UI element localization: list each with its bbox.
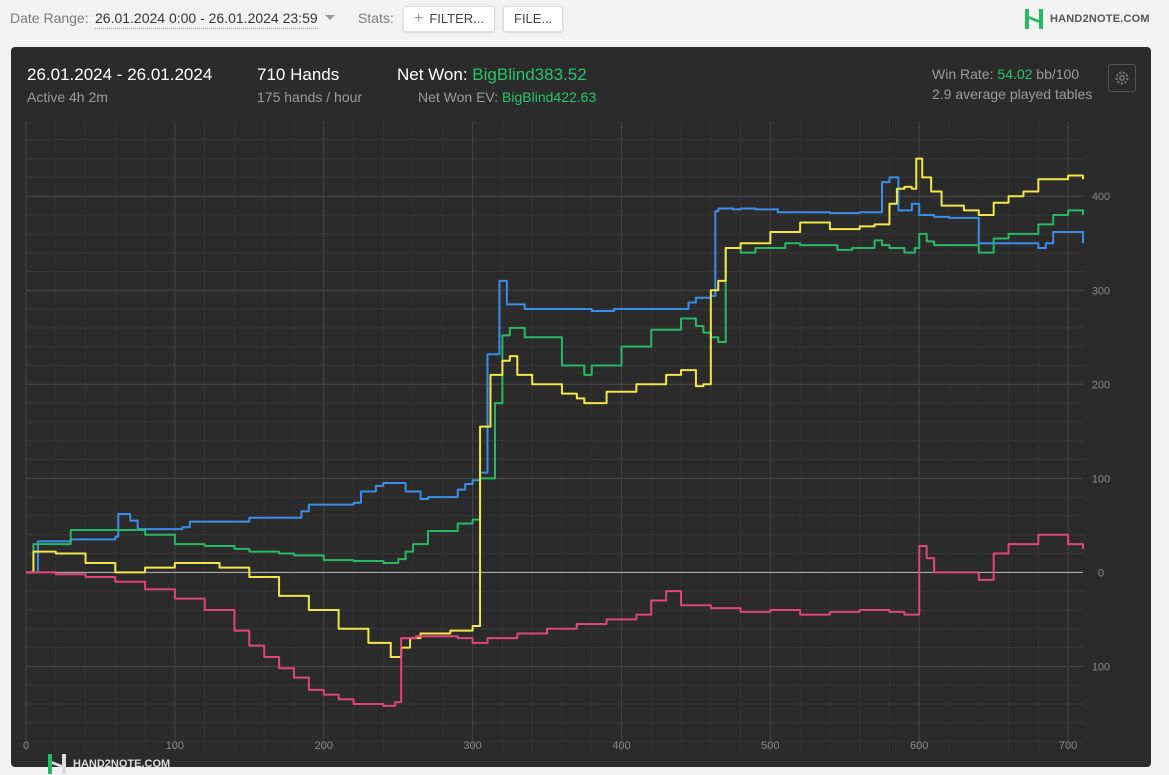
plus-icon: +: [414, 10, 424, 27]
y-tick-label: 400: [1092, 191, 1110, 203]
date-range-label: Date Range:: [10, 10, 89, 26]
filter-button[interactable]: + FILTER...: [403, 6, 495, 32]
x-tick-label: 300: [463, 740, 481, 751]
x-tick-label: 700: [1059, 740, 1077, 751]
win-rate-unit: bb/100: [1036, 66, 1080, 82]
average-tables: 2.9 average played tables: [932, 86, 1093, 102]
net-won-ev-value: BigBlind422.63: [502, 89, 597, 105]
active-time: Active 4h 2m: [27, 89, 108, 105]
x-tick-label: 400: [612, 740, 630, 751]
x-tick-label: 500: [761, 740, 779, 751]
x-tick-label: 0: [23, 740, 29, 751]
y-tick-label: 200: [1092, 379, 1110, 391]
win-rate-label: Win Rate:: [932, 66, 994, 82]
period-title: 26.01.2024 - 26.01.2024: [27, 65, 213, 84]
watermark: HAND2NOTE.COM: [47, 753, 170, 775]
net-won-ev-label: Net Won EV:: [418, 89, 499, 105]
date-range-select[interactable]: 26.01.2024 0:00 - 26.01.2024 23:59: [95, 10, 318, 29]
graph-panel: 0 100 200 300 400 500 600 700 100 0 100 200 300 400 2…: [11, 47, 1151, 774]
net-won: Net Won: BigBlind383.52: [397, 65, 587, 85]
series-line-4: [26, 533, 1084, 707]
y-tick-label: 0: [1098, 567, 1104, 579]
top-toolbar: Date Range: 26.01.2024 0:00 - 26.01.2024…: [0, 0, 1169, 40]
y-tick-label: 100: [1092, 473, 1110, 485]
chevron-down-icon[interactable]: [325, 15, 335, 20]
profit-chart: 0 100 200 300 400 500 600 700 100 0 100 200 300 400: [23, 121, 1110, 751]
hand2note-logo-icon: [1025, 9, 1043, 29]
brand-logo[interactable]: HAND2NOTE.COM: [1024, 8, 1150, 30]
hand2note-logo-icon: [48, 754, 66, 774]
net-won-ev: Net Won EV: BigBlind422.63: [418, 89, 596, 105]
win-rate-value: 54.02: [997, 66, 1033, 82]
brand-name: HAND2NOTE.COM: [1050, 13, 1150, 25]
net-won-value: BigBlind383.52: [472, 65, 587, 84]
x-tick-label: 100: [166, 740, 184, 751]
file-button-label: FILE...: [514, 11, 553, 26]
series-line-1: [26, 176, 1084, 574]
hands-rate: 175 hands / hour: [257, 89, 363, 105]
gear-icon: [1115, 71, 1129, 85]
watermark-text: HAND2NOTE.COM: [73, 758, 171, 770]
stats-label: Stats:: [358, 10, 394, 26]
settings-button[interactable]: [1108, 64, 1136, 92]
filter-button-label: FILTER...: [429, 11, 484, 26]
y-tick-label: 100: [1092, 661, 1110, 673]
net-won-label: Net Won:: [397, 65, 468, 84]
series-line-2: [26, 209, 1084, 574]
file-button[interactable]: FILE...: [503, 6, 564, 32]
win-rate: Win Rate: 54.02 bb/100: [932, 66, 1079, 82]
x-tick-label: 600: [910, 740, 928, 751]
x-tick-label: 200: [315, 740, 333, 751]
y-tick-label: 300: [1092, 285, 1110, 297]
hands-count: 710 Hands: [257, 65, 340, 84]
